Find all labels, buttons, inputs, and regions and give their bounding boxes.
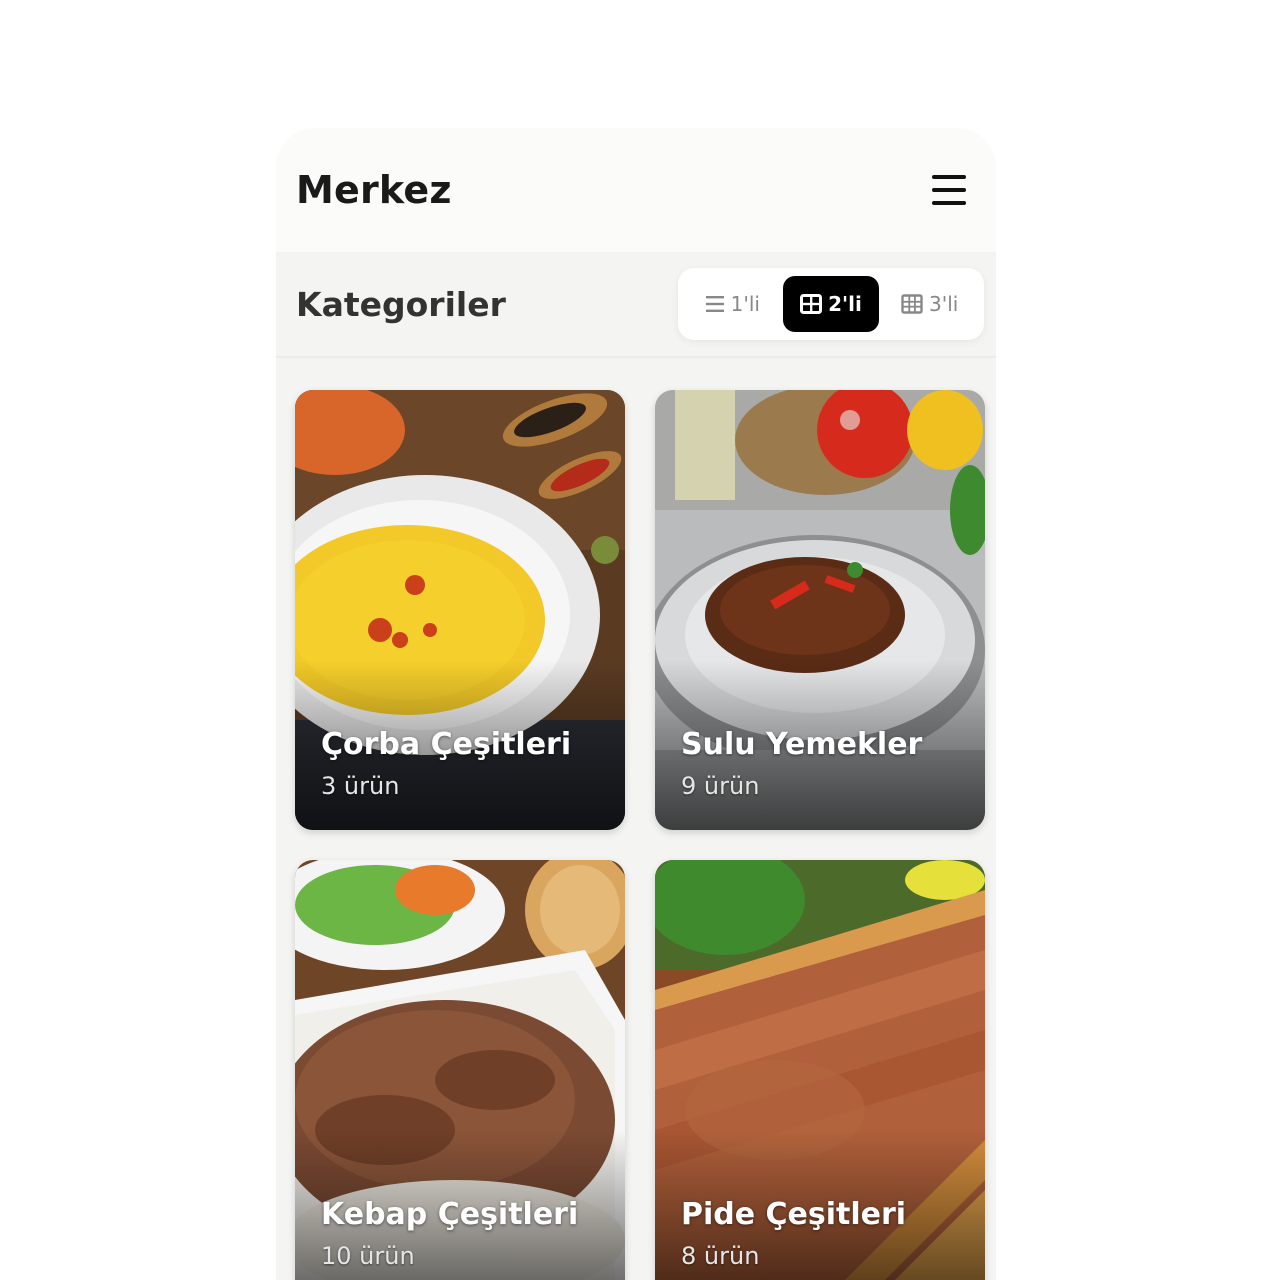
hamburger-menu-icon[interactable]: [932, 175, 966, 205]
page-title: Merkez: [296, 168, 452, 212]
category-count: 3 ürün: [321, 772, 400, 800]
category-count: 9 ürün: [681, 772, 760, 800]
view-2-column-button[interactable]: 2'li: [782, 276, 880, 332]
category-card-pide[interactable]: Pide Çeşitleri 8 ürün: [655, 860, 985, 1280]
view-1-label: 1'li: [730, 292, 760, 316]
category-name: Kebap Çeşitleri: [321, 1197, 579, 1232]
app-header: Merkez: [276, 128, 996, 252]
category-name: Sulu Yemekler: [681, 727, 923, 762]
view-1-column-button[interactable]: 1'li: [684, 276, 781, 332]
category-name: Çorba Çeşitleri: [321, 727, 572, 762]
view-mode-switcher: 1'li 2'li 3'li: [678, 268, 984, 340]
category-card-sulu-yemekler[interactable]: Sulu Yemekler 9 ürün: [655, 390, 985, 830]
app-screen: Merkez Kategoriler 1'li 2'li 3'li Çorba …: [276, 128, 996, 1280]
grid-2-icon: [800, 294, 823, 314]
list-icon: [705, 296, 724, 312]
view-3-column-button[interactable]: 3'li: [881, 276, 978, 332]
category-card-kebap[interactable]: Kebap Çeşitleri 10 ürün: [295, 860, 625, 1280]
category-grid: Çorba Çeşitleri 3 ürün Sulu Yemekler 9 ü…: [276, 358, 996, 1280]
category-count: 8 ürün: [681, 1242, 760, 1270]
section-title: Kategoriler: [296, 284, 506, 324]
category-name: Pide Çeşitleri: [681, 1197, 907, 1232]
category-toolbar: Kategoriler 1'li 2'li 3'li: [276, 252, 996, 358]
grid-3-icon: [901, 294, 923, 314]
view-3-label: 3'li: [929, 292, 959, 316]
category-card-corba[interactable]: Çorba Çeşitleri 3 ürün: [295, 390, 625, 830]
view-2-label: 2'li: [828, 292, 862, 316]
category-count: 10 ürün: [321, 1242, 415, 1270]
